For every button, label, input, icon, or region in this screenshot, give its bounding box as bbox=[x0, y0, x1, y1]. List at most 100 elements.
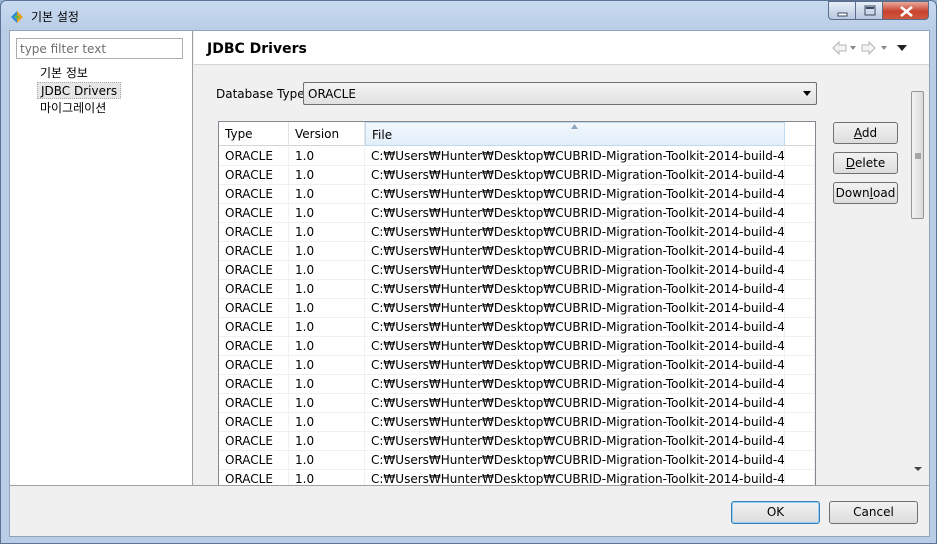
cell-file: C:₩Users₩Hunter₩Desktop₩CUBRID-Migration… bbox=[365, 204, 785, 223]
tree-item-migration[interactable]: 마이그레이션 bbox=[37, 100, 109, 117]
table-row[interactable]: ORACLE 1.0 C:₩Users₩Hunter₩Desktop₩CUBRID-… bbox=[219, 166, 815, 185]
cell-file: C:₩Users₩Hunter₩Desktop₩CUBRID-Migration… bbox=[365, 451, 785, 470]
cell-type: ORACLE bbox=[219, 223, 289, 242]
download-button-label: Download bbox=[835, 186, 896, 200]
cell-type: ORACLE bbox=[219, 147, 289, 166]
cell-version: 1.0 bbox=[289, 242, 365, 261]
cell-version: 1.0 bbox=[289, 394, 365, 413]
cell-file: C:₩Users₩Hunter₩Desktop₩CUBRID-Migration… bbox=[365, 375, 785, 394]
cell-version: 1.0 bbox=[289, 337, 365, 356]
table-row[interactable]: ORACLE 1.0 C:₩Users₩Hunter₩Desktop₩CUBRID-… bbox=[219, 185, 815, 204]
cell-type: ORACLE bbox=[219, 413, 289, 432]
table-row[interactable]: ORACLE 1.0 C:₩Users₩Hunter₩Desktop₩CUBRID-… bbox=[219, 413, 815, 432]
table-row[interactable]: ORACLE 1.0 C:₩Users₩Hunter₩Desktop₩CUBRID-… bbox=[219, 356, 815, 375]
table-row[interactable]: ORACLE 1.0 C:₩Users₩Hunter₩Desktop₩CUBRID-… bbox=[219, 204, 815, 223]
cell-version: 1.0 bbox=[289, 166, 365, 185]
cell-file: C:₩Users₩Hunter₩Desktop₩CUBRID-Migration… bbox=[365, 147, 785, 166]
tree-item-label: 마이그레이션 bbox=[40, 101, 107, 115]
table-row[interactable]: ORACLE 1.0 C:₩Users₩Hunter₩Desktop₩CUBRID-… bbox=[219, 375, 815, 394]
cell-type: ORACLE bbox=[219, 242, 289, 261]
table-row[interactable]: ORACLE 1.0 C:₩Users₩Hunter₩Desktop₩CUBRID-… bbox=[219, 242, 815, 261]
cancel-button-label: Cancel bbox=[853, 505, 894, 519]
scrollbar-thumb[interactable] bbox=[911, 91, 924, 219]
forward-dropdown-icon[interactable] bbox=[881, 46, 887, 50]
cell-filler bbox=[785, 185, 815, 204]
table-row[interactable]: ORACLE 1.0 C:₩Users₩Hunter₩Desktop₩CUBRID-… bbox=[219, 470, 815, 485]
page-navigation bbox=[832, 40, 907, 56]
title-bar[interactable]: 기본 설정 bbox=[1, 1, 936, 31]
cell-filler bbox=[785, 242, 815, 261]
cell-filler bbox=[785, 394, 815, 413]
forward-arrow-icon[interactable] bbox=[861, 40, 876, 56]
cell-file: C:₩Users₩Hunter₩Desktop₩CUBRID-Migration… bbox=[365, 394, 785, 413]
tree-item-jdbc-drivers[interactable]: JDBC Drivers bbox=[37, 82, 122, 99]
cell-file: C:₩Users₩Hunter₩Desktop₩CUBRID-Migration… bbox=[365, 242, 785, 261]
cell-version: 1.0 bbox=[289, 356, 365, 375]
cell-filler bbox=[785, 318, 815, 337]
column-header-filler bbox=[785, 122, 815, 146]
cell-type: ORACLE bbox=[219, 318, 289, 337]
column-header-type[interactable]: Type bbox=[219, 122, 289, 146]
table-row[interactable]: ORACLE 1.0 C:₩Users₩Hunter₩Desktop₩CUBRID-… bbox=[219, 261, 815, 280]
cell-version: 1.0 bbox=[289, 413, 365, 432]
cell-file: C:₩Users₩Hunter₩Desktop₩CUBRID-Migration… bbox=[365, 299, 785, 318]
back-dropdown-icon[interactable] bbox=[850, 46, 856, 50]
cell-version: 1.0 bbox=[289, 470, 365, 485]
download-button[interactable]: Download bbox=[833, 182, 898, 204]
table-row[interactable]: ORACLE 1.0 C:₩Users₩Hunter₩Desktop₩CUBRID-… bbox=[219, 451, 815, 470]
column-header-version[interactable]: Version bbox=[289, 122, 365, 146]
scroll-down-icon[interactable] bbox=[914, 467, 922, 471]
table-row[interactable]: ORACLE 1.0 C:₩Users₩Hunter₩Desktop₩CUBRID-… bbox=[219, 394, 815, 413]
table-row[interactable]: ORACLE 1.0 C:₩Users₩Hunter₩Desktop₩CUBRID-… bbox=[219, 299, 815, 318]
minimize-button[interactable] bbox=[828, 1, 856, 20]
page-scrollbar[interactable] bbox=[909, 89, 926, 485]
cell-file: C:₩Users₩Hunter₩Desktop₩CUBRID-Migration… bbox=[365, 432, 785, 451]
sort-ascending-icon bbox=[571, 124, 578, 129]
table-body: ORACLE 1.0 C:₩Users₩Hunter₩Desktop₩CUBRID-… bbox=[219, 147, 815, 485]
cell-version: 1.0 bbox=[289, 451, 365, 470]
cell-type: ORACLE bbox=[219, 299, 289, 318]
cell-version: 1.0 bbox=[289, 147, 365, 166]
database-type-select[interactable]: ORACLE bbox=[303, 82, 817, 105]
cell-file: C:₩Users₩Hunter₩Desktop₩CUBRID-Migration… bbox=[365, 337, 785, 356]
table-row[interactable]: ORACLE 1.0 C:₩Users₩Hunter₩Desktop₩CUBRID-… bbox=[219, 432, 815, 451]
ok-button-label: OK bbox=[766, 505, 785, 519]
table-row[interactable]: ORACLE 1.0 C:₩Users₩Hunter₩Desktop₩CUBRID-… bbox=[219, 318, 815, 337]
table-row[interactable]: ORACLE 1.0 C:₩Users₩Hunter₩Desktop₩CUBRID-… bbox=[219, 280, 815, 299]
table-row[interactable]: ORACLE 1.0 C:₩Users₩Hunter₩Desktop₩CUBRID-… bbox=[219, 147, 815, 166]
delete-button[interactable]: Delete bbox=[833, 152, 898, 174]
cell-filler bbox=[785, 432, 815, 451]
view-menu-icon[interactable] bbox=[897, 45, 907, 51]
back-arrow-icon[interactable] bbox=[832, 40, 847, 56]
cell-file: C:₩Users₩Hunter₩Desktop₩CUBRID-Migration… bbox=[365, 223, 785, 242]
add-button[interactable]: Add bbox=[833, 122, 898, 144]
cell-filler bbox=[785, 280, 815, 299]
maximize-button[interactable] bbox=[855, 1, 883, 20]
cell-version: 1.0 bbox=[289, 204, 365, 223]
chevron-down-icon bbox=[803, 91, 811, 96]
cell-version: 1.0 bbox=[289, 375, 365, 394]
cell-filler bbox=[785, 470, 815, 485]
cell-file: C:₩Users₩Hunter₩Desktop₩CUBRID-Migration… bbox=[365, 166, 785, 185]
cell-version: 1.0 bbox=[289, 318, 365, 337]
close-icon bbox=[900, 5, 913, 18]
app-icon bbox=[9, 9, 25, 25]
cell-type: ORACLE bbox=[219, 432, 289, 451]
filter-input[interactable] bbox=[16, 38, 183, 59]
cell-version: 1.0 bbox=[289, 280, 365, 299]
table-row[interactable]: ORACLE 1.0 C:₩Users₩Hunter₩Desktop₩CUBRID-… bbox=[219, 223, 815, 242]
cell-type: ORACLE bbox=[219, 337, 289, 356]
dialog-client-area: 기본 정보 JDBC Drivers 마이그레이션 JDBC Drivers bbox=[9, 30, 930, 537]
close-button[interactable] bbox=[882, 1, 929, 20]
footer-separator bbox=[10, 485, 929, 486]
cancel-button[interactable]: Cancel bbox=[829, 501, 918, 524]
cell-version: 1.0 bbox=[289, 185, 365, 204]
table-row[interactable]: ORACLE 1.0 C:₩Users₩Hunter₩Desktop₩CUBRID-… bbox=[219, 337, 815, 356]
cell-filler bbox=[785, 166, 815, 185]
cell-filler bbox=[785, 204, 815, 223]
cell-file: C:₩Users₩Hunter₩Desktop₩CUBRID-Migration… bbox=[365, 470, 785, 485]
cell-version: 1.0 bbox=[289, 261, 365, 280]
tree-item-basic-info[interactable]: 기본 정보 bbox=[37, 65, 91, 82]
ok-button[interactable]: OK bbox=[731, 501, 820, 524]
table-header: Type Version File bbox=[219, 122, 815, 146]
